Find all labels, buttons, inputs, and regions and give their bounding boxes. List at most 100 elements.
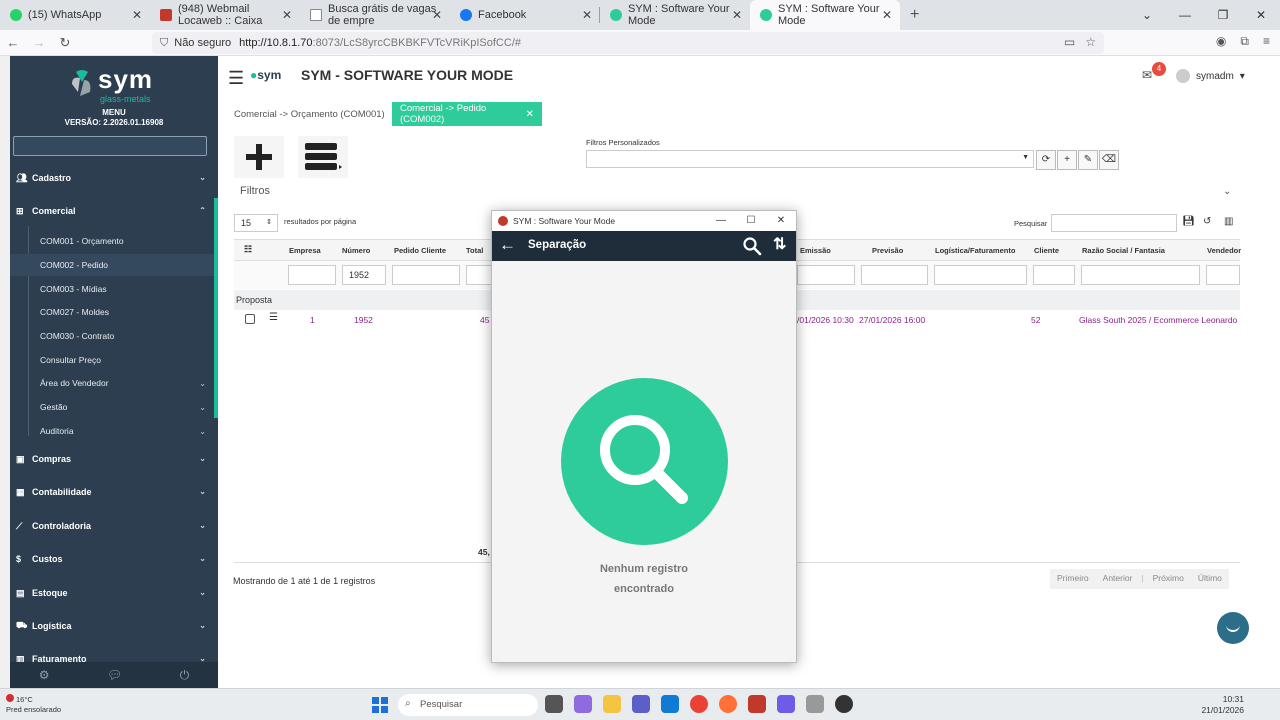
pager-next[interactable]: Próximo <box>1146 569 1191 589</box>
filter-cliente-input[interactable] <box>1033 265 1075 285</box>
col-previsao[interactable]: Previsão <box>872 246 903 255</box>
close-window-button[interactable]: ✕ <box>1242 8 1280 22</box>
back-arrow-icon[interactable]: ← <box>499 235 516 255</box>
account-icon[interactable]: ◉ <box>1216 34 1226 49</box>
menu-icon[interactable]: ≡ <box>1263 34 1270 49</box>
pager-previous[interactable]: Anterior <box>1096 569 1140 589</box>
sidebar-subitem-com030[interactable]: COM030 - Contrato <box>10 325 214 347</box>
swap-arrows-icon[interactable]: ⇅ <box>773 234 786 254</box>
list-options-button[interactable] <box>298 136 348 178</box>
col-cliente[interactable]: Cliente <box>1034 246 1059 255</box>
forward-icon[interactable]: → <box>26 35 52 50</box>
per-page-select[interactable]: 15 ⇕ <box>234 214 278 232</box>
pager-first[interactable]: Primeiro <box>1050 569 1096 589</box>
close-tab-icon[interactable]: ✕ <box>432 8 442 22</box>
search-input[interactable] <box>1051 214 1177 232</box>
filter-emissao-input[interactable] <box>797 265 855 285</box>
new-tab-button[interactable]: + <box>900 0 929 30</box>
windows-start-icon[interactable] <box>372 697 388 713</box>
sidebar-subitem-gestao[interactable]: Gestão ⌄ <box>10 396 214 418</box>
col-logistica[interactable]: Logística/Faturamento <box>935 246 1015 255</box>
chevron-down-icon[interactable]: ⌄ <box>1223 186 1231 197</box>
col-emissao[interactable]: Emissão <box>800 246 831 255</box>
power-icon[interactable]: ⏻ <box>180 668 190 683</box>
user-menu[interactable]: symadm ▾ <box>1176 69 1245 83</box>
reader-icon[interactable]: ▭ <box>1064 35 1075 49</box>
col-numero[interactable]: Número <box>342 246 370 255</box>
file-explorer-icon[interactable] <box>603 695 621 713</box>
gear-icon[interactable]: ⚙ <box>39 668 50 682</box>
sym-app-icon[interactable] <box>748 695 766 713</box>
col-total[interactable]: Total <box>466 246 483 255</box>
erase-filter-button[interactable]: ⌫ <box>1099 150 1119 170</box>
browser-tab[interactable]: (948) Webmail Locaweb :: Caixa ✕ <box>150 0 300 30</box>
custom-filters-select[interactable]: ▼ <box>586 150 1034 168</box>
search-icon[interactable] <box>742 236 762 256</box>
add-button[interactable] <box>234 136 284 178</box>
bookmark-star-icon[interactable]: ☆ <box>1085 35 1096 49</box>
firefox-icon[interactable] <box>719 695 737 713</box>
col-pedido-cliente[interactable]: Pedido Cliente <box>394 246 446 255</box>
refresh-filter-button[interactable]: ⟳ <box>1036 150 1056 170</box>
sidebar-subitem-com003[interactable]: COM003 - Mídias <box>10 278 214 300</box>
filter-vendedor-input[interactable] <box>1206 265 1240 285</box>
page-tab-orcamento[interactable]: Comercial -> Orçamento (COM001)✕ <box>226 102 411 126</box>
browser-tab[interactable]: (15) WhatsApp ✕ <box>0 0 150 30</box>
sidebar-item-cadastro[interactable]: 👥︎ Cadastro ⌄ <box>10 165 214 191</box>
close-tab-icon[interactable]: ✕ <box>882 8 892 22</box>
row-checkbox[interactable] <box>245 314 255 324</box>
maximize-button[interactable]: ☐ <box>736 211 766 231</box>
add-filter-button[interactable]: + <box>1057 150 1077 170</box>
filter-razao-input[interactable] <box>1081 265 1200 285</box>
extensions-icon[interactable]: ⧉ <box>1240 34 1249 49</box>
sidebar-subitem-com001[interactable]: COM001 - Orçamento <box>10 230 214 252</box>
filters-toggle[interactable]: Filtros <box>240 185 270 197</box>
close-button[interactable]: ✕ <box>766 211 796 231</box>
edge-icon[interactable] <box>661 695 679 713</box>
col-vendedor[interactable]: Vendedor <box>1207 246 1241 255</box>
sidebar-subitem-area-vendedor[interactable]: Área do Vendedor ⌄ <box>10 372 214 394</box>
sidebar-item-compras[interactable]: ▣ Compras ⌄ <box>10 446 214 472</box>
sidebar-subitem-com002[interactable]: COM002 - Pedido <box>10 254 214 276</box>
weather-widget[interactable]: 16°C Pred ensolarado <box>6 694 61 715</box>
reload-icon[interactable]: ↻ <box>52 35 78 51</box>
filter-empresa-input[interactable] <box>288 265 336 285</box>
sidebar-search-input[interactable] <box>13 136 207 156</box>
tab-list-icon[interactable]: ⌄ <box>1128 8 1166 22</box>
chat-icon[interactable]: 💬︎ <box>107 668 122 682</box>
close-tab-icon[interactable]: ✕ <box>282 8 292 22</box>
pager-last[interactable]: Último <box>1191 569 1229 589</box>
sidebar-item-logistica[interactable]: ⛟ Logística ⌄ <box>10 613 214 639</box>
minimize-button[interactable]: — <box>1166 8 1204 22</box>
maximize-button[interactable]: ❐ <box>1204 8 1242 22</box>
filter-pedido-cliente-input[interactable] <box>392 265 460 285</box>
browser-tab[interactable]: Busca grátis de vagas de empre ✕ <box>300 0 450 30</box>
close-tab-icon[interactable]: ✕ <box>582 8 592 22</box>
filter-numero-input[interactable]: 1952 <box>342 265 386 285</box>
close-tab-icon[interactable]: ✕ <box>132 8 142 22</box>
copilot-icon[interactable] <box>574 695 592 713</box>
browser-tab[interactable]: Facebook ✕ <box>450 0 600 30</box>
sidebar-subitem-com027[interactable]: COM027 - Moldes <box>10 301 214 323</box>
task-view-icon[interactable] <box>545 695 563 713</box>
url-field[interactable]: ⛉ Não seguro http://10.8.1.70:8073/LcS8y… <box>152 32 1104 54</box>
edit-filter-button[interactable]: ✎ <box>1078 150 1098 170</box>
close-tab-icon[interactable]: ✕ <box>732 8 742 22</box>
teams-icon[interactable] <box>632 695 650 713</box>
discord-icon[interactable] <box>777 695 795 713</box>
save-icon[interactable]: 💾︎ <box>1182 216 1195 227</box>
minimize-button[interactable]: — <box>706 211 736 231</box>
columns-icon[interactable]: ▥ <box>1224 216 1233 227</box>
taskbar-search[interactable]: ⌕ Pesquisar <box>398 694 538 716</box>
document-app-icon[interactable] <box>806 695 824 713</box>
sidebar-item-estoque[interactable]: ▤ Estoque ⌄ <box>10 580 214 606</box>
clock[interactable]: 10:31 21/01/2026 <box>1201 694 1244 716</box>
browser-tab[interactable]: SYM : Software Your Mode ✕ <box>600 0 750 30</box>
sidebar-subitem-consultar-preco[interactable]: Consultar Preço <box>10 349 214 371</box>
sidebar-item-contabilidade[interactable]: ▦ Contabilidade ⌄ <box>10 479 214 505</box>
col-razao-social[interactable]: Razão Social / Fantasia <box>1082 246 1165 255</box>
chat-button[interactable] <box>1217 612 1249 644</box>
chrome-icon[interactable] <box>690 695 708 713</box>
row-actions-icon[interactable]: ☷ <box>244 244 252 255</box>
back-icon[interactable]: ← <box>0 35 26 50</box>
